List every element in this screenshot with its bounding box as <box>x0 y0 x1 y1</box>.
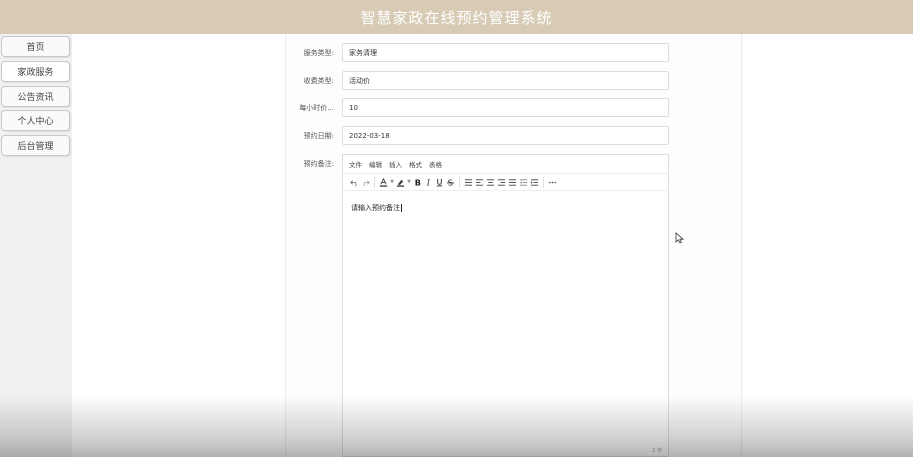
editor-content-area[interactable]: 请输入预约备注 <box>351 203 402 213</box>
svg-text:B: B <box>415 178 421 187</box>
toolbar-divider <box>459 176 460 188</box>
svg-text:I: I <box>426 178 431 187</box>
toolbar-divider <box>374 176 375 188</box>
sidebar-item-housekeeping[interactable]: 家政服务 <box>1 61 70 82</box>
align-right-icon[interactable] <box>496 175 507 189</box>
redo-icon[interactable] <box>360 175 371 189</box>
service-type-label: 服务类型: <box>303 49 334 57</box>
main-content: 服务类型: 家务清理 收费类型: 活动价 每小时价... 10 预约日期: 20… <box>72 34 913 457</box>
sidebar-item-home[interactable]: 首页 <box>1 36 70 57</box>
undo-icon[interactable] <box>349 175 360 189</box>
menu-edit[interactable]: 编辑 <box>369 159 382 169</box>
editor-menubar: 文件 编辑 插入 格式 表格 <box>343 155 668 173</box>
remarks-label: 预约备注: <box>303 160 334 168</box>
booking-form: 服务类型: 家务清理 收费类型: 活动价 每小时价... 10 预约日期: 20… <box>285 34 742 457</box>
indent-icon[interactable] <box>529 175 540 189</box>
booking-date-field[interactable]: 2022-03-18 <box>342 126 669 145</box>
align-left-icon[interactable] <box>474 175 485 189</box>
highlight-icon[interactable] <box>395 175 406 189</box>
menu-file[interactable]: 文件 <box>349 159 362 169</box>
hourly-price-field[interactable]: 10 <box>342 98 669 117</box>
menu-insert[interactable]: 插入 <box>389 159 402 169</box>
align-justify-icon[interactable] <box>507 175 518 189</box>
hourly-price-label: 每小时价... <box>299 104 334 112</box>
mouse-pointer-icon <box>675 232 684 244</box>
sidebar-item-personal-center[interactable]: 个人中心 <box>1 110 70 131</box>
editor-toolbar: ▼ ▼ B I S <box>343 173 668 191</box>
charge-type-field[interactable]: 活动价 <box>342 71 669 90</box>
menu-table[interactable]: 表格 <box>429 159 442 169</box>
text-color-icon[interactable] <box>378 175 389 189</box>
toolbar-divider <box>543 176 544 188</box>
editor-text: 请输入预约备注 <box>351 204 400 212</box>
strikethrough-icon[interactable]: S <box>445 175 456 189</box>
line-height-icon[interactable] <box>463 175 474 189</box>
sidebar: 首页 家政服务 公告资讯 个人中心 后台管理 <box>0 34 72 457</box>
sidebar-item-announcements[interactable]: 公告资讯 <box>1 86 70 107</box>
word-count: 1 字 <box>652 448 662 454</box>
charge-type-label: 收费类型: <box>303 77 334 85</box>
app-title: 智慧家政在线预约管理系统 <box>360 8 553 27</box>
service-type-field[interactable]: 家务清理 <box>342 43 669 62</box>
menu-format[interactable]: 格式 <box>409 159 422 169</box>
bold-icon[interactable]: B <box>412 175 423 189</box>
more-icon[interactable] <box>547 175 558 189</box>
text-cursor <box>401 204 402 212</box>
italic-icon[interactable]: I <box>423 175 434 189</box>
app-header: 智慧家政在线预约管理系统 <box>0 0 913 34</box>
align-center-icon[interactable] <box>485 175 496 189</box>
underline-icon[interactable] <box>434 175 445 189</box>
remarks-editor[interactable]: 文件 编辑 插入 格式 表格 ▼ ▼ B I 请输入预约备注 1 字 <box>342 154 669 457</box>
booking-date-label: 预约日期: <box>303 132 334 140</box>
sidebar-item-admin[interactable]: 后台管理 <box>1 135 70 156</box>
outdent-icon[interactable] <box>518 175 529 189</box>
